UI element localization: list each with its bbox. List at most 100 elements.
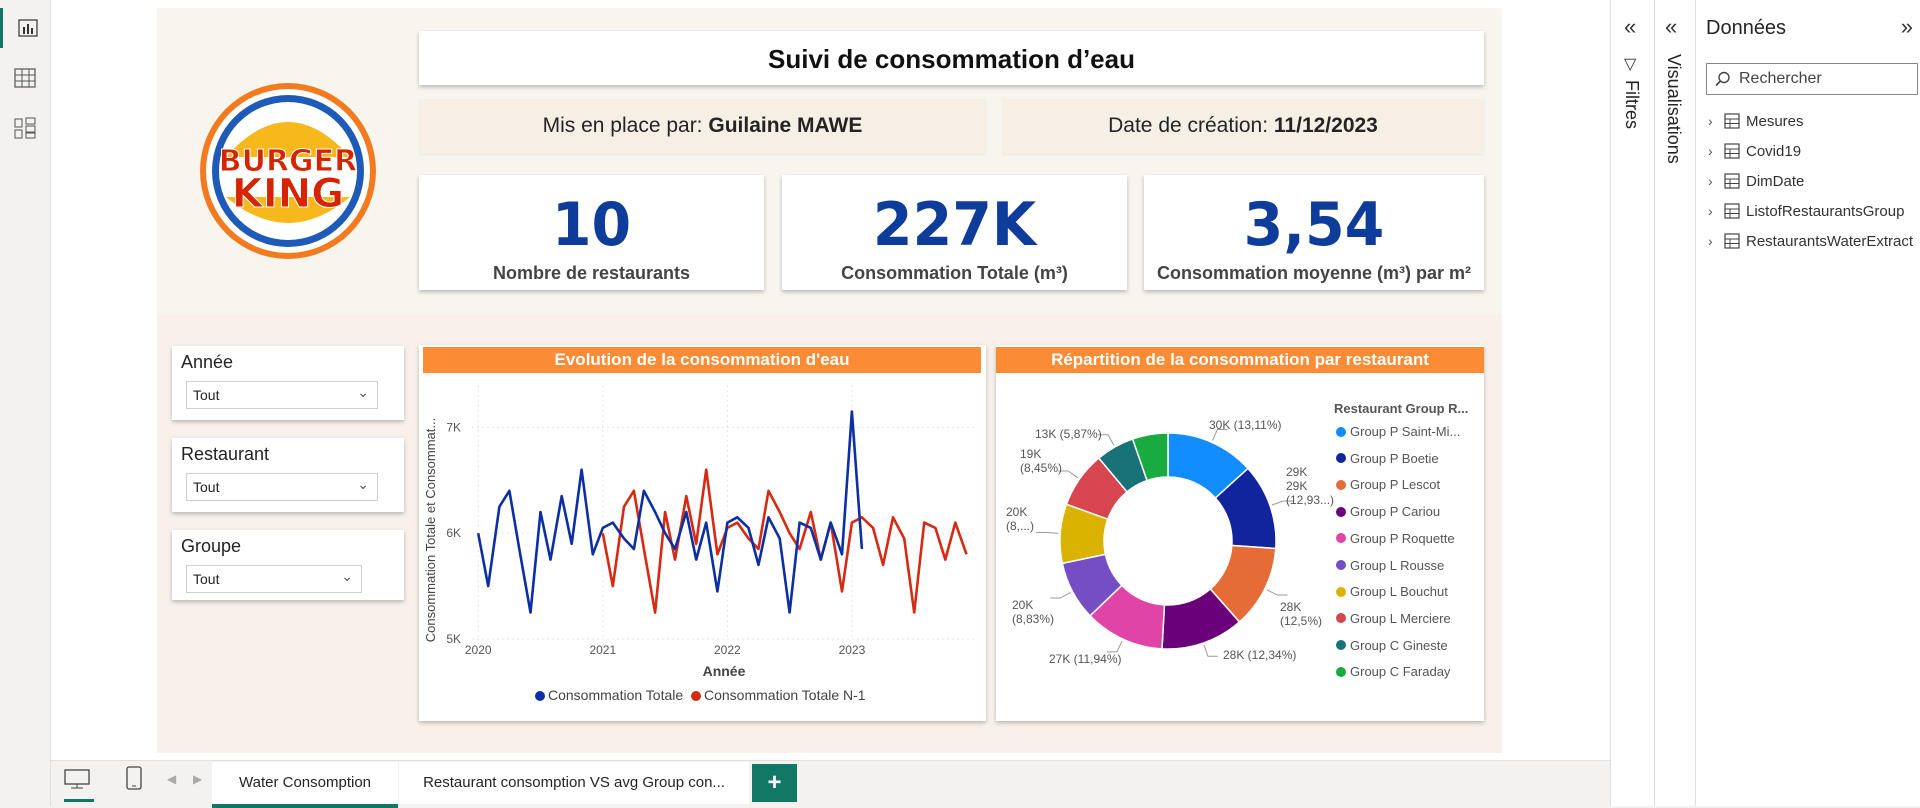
series-line-consommation-totale[interactable] xyxy=(476,410,864,614)
legend-item[interactable]: Group L Bouchut xyxy=(1336,584,1448,599)
slicer-annee[interactable]: Année Tout ⌄ xyxy=(172,346,404,420)
legend-marker xyxy=(535,691,545,701)
legend-label: Group P Roquette xyxy=(1350,530,1455,546)
mobile-layout-button[interactable] xyxy=(126,766,142,795)
table-icon xyxy=(1724,173,1740,189)
kpi-card-total: 227K Consommation Totale (m³) xyxy=(782,175,1127,290)
tab-water-consomption[interactable]: Water Consomption xyxy=(212,762,398,808)
kpi-value: 227K xyxy=(872,190,1037,260)
dropdown-value: Tout xyxy=(193,387,220,403)
visualizations-label[interactable]: Visualisations xyxy=(1663,54,1684,164)
slice-label: 19K (8,45%) xyxy=(1020,447,1063,475)
groupe-dropdown[interactable]: Tout ⌄ xyxy=(186,565,362,593)
title-card: Suivi de consommation d’eau xyxy=(419,31,1484,85)
legend-marker xyxy=(1336,479,1346,490)
report-view-button[interactable] xyxy=(0,8,53,48)
data-table-item[interactable]: › ListofRestaurantsGroup xyxy=(1708,200,1904,222)
slice-label: 28K (12,5%) xyxy=(1280,600,1323,628)
legend-item[interactable]: Group L Merciere xyxy=(1336,611,1451,626)
kpi-label: Nombre de restaurants xyxy=(492,263,691,283)
kpi-label: Consommation Totale (m³) xyxy=(841,263,1068,283)
slice-label: 29K 29K (12,93...) xyxy=(1286,465,1335,507)
add-page-button[interactable]: + xyxy=(752,764,797,802)
table-icon xyxy=(1724,143,1740,159)
desktop-layout-button[interactable] xyxy=(64,768,94,802)
chevron-right-icon[interactable]: › xyxy=(1708,113,1722,129)
x-axis-label: Année xyxy=(703,663,746,679)
slice-label: 30K (13,11%) xyxy=(1209,418,1282,432)
legend-label: Group P Lescot xyxy=(1350,477,1441,493)
burger-king-logo: BURGER KING xyxy=(196,79,380,263)
slicer-restaurant[interactable]: Restaurant Tout ⌄ xyxy=(172,438,404,512)
legend-label: Group P Saint-Mi... xyxy=(1350,424,1461,439)
legend-item[interactable]: Group C Faraday xyxy=(1336,664,1450,679)
filter-funnel-icon: ▽ xyxy=(1624,56,1637,73)
slicer-title: Groupe xyxy=(181,536,242,556)
legend-marker xyxy=(1336,426,1346,437)
expand-data-pane-icon[interactable]: » xyxy=(1901,14,1913,40)
legend-marker xyxy=(1336,533,1346,544)
line-chart-title: Evolution de la consommation d'eau xyxy=(423,347,981,373)
chevron-right-icon[interactable]: › xyxy=(1708,173,1722,189)
line-legend: Consommation Totale Consommation Totale … xyxy=(535,687,866,703)
chevron-right-icon[interactable]: › xyxy=(1708,203,1722,219)
prev-page-icon[interactable]: ◀ xyxy=(167,772,176,786)
collapse-visualizations-icon[interactable]: « xyxy=(1665,14,1677,40)
line-chart: Consommation Totale et Consommat... Anné… xyxy=(423,385,974,703)
y-tick-label: 7K xyxy=(446,420,461,434)
chevron-right-icon[interactable]: › xyxy=(1708,143,1722,159)
legend-label: Consommation Totale N-1 xyxy=(704,687,866,703)
data-pane: Données » Rechercher › Mesures › Covid19 › Di… xyxy=(1695,0,1920,806)
leader-line xyxy=(1266,589,1288,596)
model-view-button[interactable] xyxy=(0,108,50,148)
visualizations-pane: « Visualisations xyxy=(1654,0,1696,806)
data-table-item[interactable]: › DimDate xyxy=(1708,170,1804,192)
restaurant-dropdown[interactable]: Tout ⌄ xyxy=(186,473,378,501)
x-tick-label: 2022 xyxy=(714,643,741,657)
slice-label: 27K (11,94%) xyxy=(1049,652,1122,666)
bar-chart-icon xyxy=(18,19,38,37)
legend-label: Group P Cariou xyxy=(1350,504,1441,520)
legend-item[interactable]: Group P Saint-Mi... xyxy=(1336,424,1460,439)
data-table-name: ListofRestaurantsGroup xyxy=(1746,202,1905,220)
collapse-filters-icon[interactable]: « xyxy=(1624,14,1636,40)
legend-label: Group L Rousse xyxy=(1350,557,1445,573)
next-page-icon[interactable]: ▶ xyxy=(193,772,202,786)
search-icon xyxy=(1715,71,1730,87)
slicer-groupe[interactable]: Groupe Tout ⌄ xyxy=(172,530,404,600)
filters-label[interactable]: Filtres xyxy=(1621,80,1642,129)
legend-label: Group C Faraday xyxy=(1350,664,1451,680)
legend-item[interactable]: Group P Cariou xyxy=(1336,504,1440,519)
x-tick-label: 2023 xyxy=(839,643,866,657)
data-pane-title: Données xyxy=(1706,17,1787,39)
search-input[interactable]: Rechercher xyxy=(1706,63,1918,95)
search-placeholder: Rechercher xyxy=(1739,70,1822,87)
slicer-title: Année xyxy=(181,352,234,372)
active-indicator xyxy=(64,799,94,802)
data-table-item[interactable]: › Mesures xyxy=(1708,110,1804,132)
slice-label: 20K (8,...) xyxy=(1006,505,1035,533)
legend-item[interactable]: Group P Lescot xyxy=(1336,477,1440,492)
tab-label: Restaurant consomption VS avg Group con.… xyxy=(423,774,725,791)
dropdown-value: Tout xyxy=(193,479,220,495)
legend-item[interactable]: Group L Rousse xyxy=(1336,558,1444,573)
legend-item[interactable]: Group C Gineste xyxy=(1336,638,1448,653)
table-icon xyxy=(1724,233,1740,249)
y-axis-label: Consommation Totale et Consommat... xyxy=(423,418,438,642)
legend-label: Consommation Totale xyxy=(548,687,683,703)
chevron-right-icon[interactable]: › xyxy=(1708,233,1722,249)
desktop-icon xyxy=(64,769,90,789)
tab-restaurant-vs-group[interactable]: Restaurant consomption VS avg Group con.… xyxy=(399,762,749,804)
table-view-button[interactable] xyxy=(0,58,50,98)
leader-line xyxy=(1107,640,1123,653)
legend-item[interactable]: Group P Roquette xyxy=(1336,531,1455,546)
legend-item[interactable]: Group P Boetie xyxy=(1336,451,1439,466)
data-table-item[interactable]: › RestaurantsWaterExtract xyxy=(1708,230,1913,252)
phone-icon xyxy=(126,766,142,790)
slice-label: 13K (5,87%) xyxy=(1035,427,1102,441)
data-table-item[interactable]: › Covid19 xyxy=(1708,140,1801,162)
series-line-consommation-totale-n-1[interactable] xyxy=(601,468,968,614)
model-icon xyxy=(14,117,36,139)
legend-marker xyxy=(1336,613,1346,624)
annee-dropdown[interactable]: Tout ⌄ xyxy=(186,381,378,409)
